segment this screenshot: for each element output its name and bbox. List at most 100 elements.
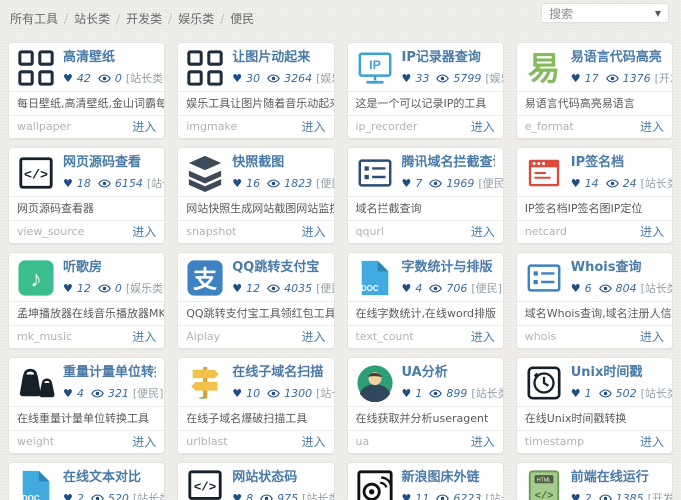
category-badge: [便民]: [471, 282, 502, 295]
views-count: 1823: [284, 176, 313, 190]
tool-title[interactable]: 在线子域名扫描: [232, 364, 325, 381]
tool-title[interactable]: 让图片动起来: [232, 49, 325, 66]
nav-item-1[interactable]: 站长类: [74, 10, 110, 27]
ip-monitor-icon: IP: [356, 49, 394, 87]
tool-title[interactable]: QQ跳转支付宝: [232, 259, 325, 276]
search-dropdown[interactable]: 搜索 ▼: [541, 3, 669, 23]
svg-text:DOC: DOC: [360, 284, 378, 293]
tool-card[interactable]: DOC 字数统计与排版 ♥ 4 706 [便民] 在线字数统计,在线word排版…: [346, 252, 504, 349]
enter-link[interactable]: 进入: [301, 433, 325, 450]
tool-title[interactable]: IP记录器查询: [402, 49, 495, 66]
tool-card[interactable]: </> 网站状态码 ♥ 8 975 [站长类]: [177, 462, 335, 500]
enter-link[interactable]: 进入: [640, 328, 664, 345]
tool-title[interactable]: 在线文本对比: [63, 469, 156, 486]
tool-card[interactable]: IP签名档 ♥ 14 24 [站长类] IP签名档IP签名图IP定位 netca…: [515, 147, 673, 244]
tool-card[interactable]: </> 网页源码查看 ♥ 18 6154 [站长类] 网页源码查看器 view_…: [8, 147, 166, 244]
tool-stats: ♥ 18 6154 [站长类]: [63, 175, 164, 191]
tool-card[interactable]: ♪ 听歌房 ♥ 12 0 [娱乐类] 孟坤播放器在线音乐播放器MKOnlineP…: [8, 252, 166, 349]
tool-stats: ♥ 2 520 [站长类]: [63, 490, 164, 500]
likes-count: 8: [246, 491, 254, 500]
tool-stats: ♥ 11 6223 [站长类]: [402, 490, 503, 500]
tool-card[interactable]: 支 QQ跳转支付宝 ♥ 12 4035 [便民] QQ跳转支付宝工具领红包工具 …: [177, 252, 335, 349]
tool-title[interactable]: 快照截图: [232, 154, 325, 171]
views-count: 0: [114, 281, 122, 295]
tool-title[interactable]: IP签名档: [571, 154, 664, 171]
tool-title[interactable]: Unix时间戳: [571, 364, 664, 381]
enter-link[interactable]: 进入: [640, 223, 664, 240]
tool-title[interactable]: 高清壁纸: [63, 49, 156, 66]
nav-item-4[interactable]: 便民: [230, 10, 254, 27]
tool-grid: 高清壁纸 ♥ 42 0 [站长类] 每日壁纸,高清壁纸,金山词霸每日一句壁纸 w…: [0, 34, 681, 500]
tool-card[interactable]: Unix时间戳 ♥ 1 502 [站长类] 在线Unix时间戳转换 timest…: [515, 357, 673, 454]
nav-item-2[interactable]: 开发类: [126, 10, 162, 27]
tool-title[interactable]: UA分析: [402, 364, 495, 381]
views-icon: [267, 388, 280, 398]
tool-card[interactable]: 新浪图床外链 ♥ 11 6223 [站长类]: [346, 462, 504, 500]
breadcrumb: 所有工具 / 站长类 / 开发类 / 娱乐类 / 便民: [10, 10, 254, 27]
enter-link[interactable]: 进入: [301, 328, 325, 345]
views-count: 899: [446, 386, 468, 400]
tool-card[interactable]: IP IP记录器查询 ♥ 33 5799 [娱乐类] 这是一个可以记录IP的工具…: [346, 42, 504, 139]
tool-title[interactable]: 重量计量单位转换: [63, 364, 156, 381]
enter-link[interactable]: 进入: [471, 433, 495, 450]
views-icon: [598, 493, 612, 500]
views-icon: [436, 73, 450, 83]
likes-icon: ♥: [232, 71, 243, 85]
tool-card[interactable]: DOC 在线文本对比 ♥ 2 520 [站长类]: [8, 462, 166, 500]
tool-title[interactable]: 网页源码查看: [63, 154, 156, 171]
enter-link[interactable]: 进入: [471, 223, 495, 240]
code-underline-icon: </>: [186, 469, 224, 500]
tool-card[interactable]: 易 易语言代码高亮 ♥ 17 1376 [开发类] 易语言代码高亮易语言 e_f…: [515, 42, 673, 139]
tool-slug: ua: [355, 435, 370, 449]
svg-text:</>: </>: [534, 490, 553, 500]
tool-title[interactable]: 字数统计与排版: [402, 259, 495, 276]
tool-card[interactable]: 腾讯域名拦截查询 ♥ 7 1969 [便民] 域名拦截查询 qqurl 进入: [346, 147, 504, 244]
enter-link[interactable]: 进入: [132, 433, 156, 450]
enter-link[interactable]: 进入: [640, 118, 664, 135]
doc-file-icon: DOC: [17, 469, 55, 500]
tool-card[interactable]: 重量计量单位转换 ♥ 4 321 [便民] 在线重量计量单位转换工具 weigh…: [8, 357, 166, 454]
enter-link[interactable]: 进入: [640, 433, 664, 450]
views-icon: [429, 388, 443, 398]
tool-title[interactable]: Whois查询: [571, 259, 664, 276]
tool-description: IP签名档IP签名图IP定位: [516, 196, 672, 219]
category-badge: [站长类]: [640, 282, 672, 295]
tool-description: 在线字数统计,在线word排版: [347, 301, 503, 324]
tool-title[interactable]: 新浪图床外链: [402, 469, 495, 486]
enter-link[interactable]: 进入: [301, 223, 325, 240]
tool-card[interactable]: 让图片动起来 ♥ 30 3264 [娱乐类] 娱乐工具让图片随着音乐动起来 im…: [177, 42, 335, 139]
enter-link[interactable]: 进入: [301, 118, 325, 135]
tool-stats: ♥ 12 4035 [便民]: [232, 280, 333, 296]
tool-title[interactable]: 听歌房: [63, 259, 156, 276]
likes-count: 6: [584, 281, 592, 295]
views-count: 975: [277, 491, 299, 500]
views-icon: [436, 493, 450, 500]
nav-item-3[interactable]: 娱乐类: [178, 10, 214, 27]
enter-link[interactable]: 进入: [132, 118, 156, 135]
tool-card[interactable]: 快照截图 ♥ 16 1823 [便民] 网站快照生成网站截图网站监控 snaps…: [177, 147, 335, 244]
tool-slug: wallpaper: [17, 120, 71, 134]
svg-text:HTML: HTML: [537, 477, 551, 483]
tool-title[interactable]: 网站状态码: [232, 469, 325, 486]
enter-link[interactable]: 进入: [471, 328, 495, 345]
likes-count: 4: [415, 281, 423, 295]
tool-title[interactable]: 腾讯域名拦截查询: [402, 154, 495, 171]
tool-title[interactable]: 易语言代码高亮: [571, 49, 664, 66]
category-badge: [站长类]: [640, 177, 672, 190]
views-count: 5799: [453, 71, 482, 85]
likes-count: 4: [76, 386, 84, 400]
tool-card[interactable]: 在线子域名扫描 ♥ 10 1300 [站长类] 在线子域名爆破扫描工具 urlb…: [177, 357, 335, 454]
enter-link[interactable]: 进入: [471, 118, 495, 135]
category-badge: [便民]: [132, 387, 164, 400]
tool-card[interactable]: HTML </> 前端在线运行 ♥ 2 1385 [开发类]: [515, 462, 673, 500]
tool-title[interactable]: 前端在线运行: [571, 469, 664, 486]
nav-item-0[interactable]: 所有工具: [10, 10, 58, 27]
enter-link[interactable]: 进入: [132, 328, 156, 345]
likes-count: 12: [76, 281, 91, 295]
tool-card[interactable]: UA分析 ♥ 1 899 [站长类] 在线获取并分析useragent ua 进…: [346, 357, 504, 454]
likes-icon: ♥: [401, 281, 412, 295]
views-count: 502: [615, 386, 637, 400]
tool-card[interactable]: 高清壁纸 ♥ 42 0 [站长类] 每日壁纸,高清壁纸,金山词霸每日一句壁纸 w…: [8, 42, 166, 139]
tool-card[interactable]: Whois查询 ♥ 6 804 [站长类] 域名Whois查询,域名注册人信息查…: [515, 252, 673, 349]
enter-link[interactable]: 进入: [132, 223, 156, 240]
